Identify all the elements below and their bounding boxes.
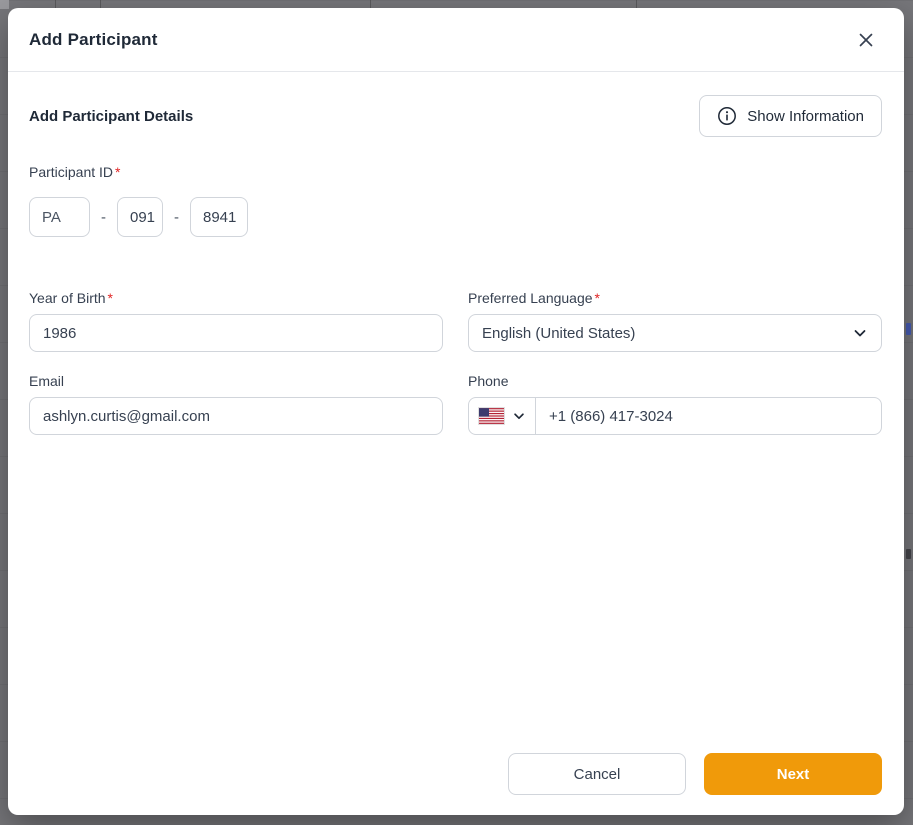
chevron-down-icon (852, 325, 868, 341)
background-fragment (906, 323, 911, 335)
x-icon (857, 31, 875, 49)
dialog-title: Add Participant (29, 30, 158, 50)
close-button[interactable] (852, 26, 880, 54)
year-of-birth-label: Year of Birth (29, 290, 106, 306)
required-marker: * (595, 290, 600, 306)
required-marker: * (108, 290, 113, 306)
preferred-language-value: English (United States) (482, 325, 635, 342)
preferred-language-select[interactable]: English (United States) (468, 314, 882, 352)
segment-separator: - (174, 209, 179, 226)
preferred-language-label: Preferred Language (468, 290, 593, 306)
phone-field (468, 397, 882, 435)
info-circle-icon (717, 106, 737, 126)
email-input[interactable] (29, 397, 443, 435)
cancel-button[interactable]: Cancel (508, 753, 686, 795)
next-button[interactable]: Next (704, 753, 882, 795)
dialog-header: Add Participant (8, 8, 904, 72)
phone-label: Phone (468, 373, 508, 389)
participant-id-segment-2-input[interactable] (117, 197, 163, 237)
segment-separator: - (101, 209, 106, 226)
background-fragment (906, 549, 911, 559)
dialog-footer: Cancel Next (8, 753, 904, 815)
year-of-birth-input[interactable] (29, 314, 443, 352)
us-flag-icon (479, 408, 504, 424)
phone-number-input[interactable] (536, 398, 881, 434)
show-information-button[interactable]: Show Information (699, 95, 882, 137)
section-heading: Add Participant Details (29, 108, 193, 125)
participant-id-segment-1-input[interactable] (29, 197, 90, 237)
email-label: Email (29, 373, 64, 389)
add-participant-dialog: Add Participant Add Participant Details … (8, 8, 904, 815)
dialog-body: Add Participant Details Show Information… (8, 72, 904, 753)
participant-id-label: Participant ID (29, 164, 113, 180)
phone-country-select[interactable] (469, 398, 536, 434)
chevron-down-icon (512, 409, 526, 423)
show-information-label: Show Information (747, 108, 864, 125)
required-marker: * (115, 164, 120, 180)
participant-id-group: - - (29, 197, 882, 237)
participant-id-segment-3-input[interactable] (190, 197, 248, 237)
